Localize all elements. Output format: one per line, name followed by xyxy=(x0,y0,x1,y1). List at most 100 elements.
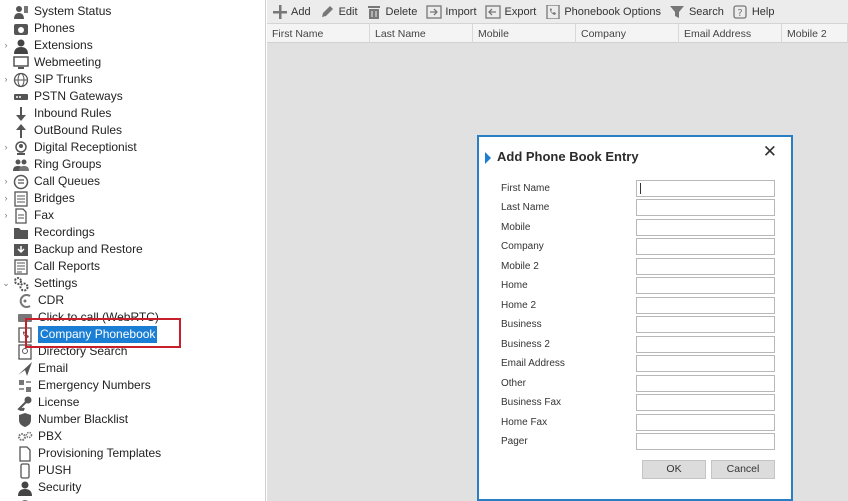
pager-field[interactable] xyxy=(636,433,775,450)
sidebar-item-system-status[interactable]: System Status xyxy=(0,3,111,20)
sidebar-item-ring-groups[interactable]: Ring Groups xyxy=(0,156,101,173)
cancel-button[interactable]: Cancel xyxy=(711,460,775,479)
column-header-first-name[interactable]: First Name xyxy=(267,24,370,43)
sidebar-item-bridges[interactable]: › Bridges xyxy=(0,190,75,207)
backup-icon xyxy=(12,242,30,258)
sidebar-item-number-blacklist[interactable]: Number Blacklist xyxy=(16,411,128,428)
sidebar-item-inbound-rules[interactable]: Inbound Rules xyxy=(0,105,111,122)
business-fax-label: Business Fax xyxy=(501,397,562,408)
trash-icon xyxy=(366,4,383,20)
gateway-icon xyxy=(12,89,30,105)
arrow-down-icon xyxy=(12,106,30,122)
sidebar-item-settings[interactable]: ⌄ Settings xyxy=(0,275,77,292)
column-header-email-address[interactable]: Email Address xyxy=(679,24,782,43)
phonebook-options-button[interactable]: Phonebook Options xyxy=(542,1,667,23)
sidebar-item-provisioning-templates[interactable]: Provisioning Templates xyxy=(16,445,161,462)
sidebar-item-label: PBX xyxy=(38,429,63,443)
globe-icon xyxy=(12,72,30,88)
sidebar-item-license[interactable]: License xyxy=(16,394,79,411)
sidebar-item-label: Provisioning Templates xyxy=(38,446,162,460)
sidebar-item-label: Emergency Numbers xyxy=(38,378,151,392)
home-fax-field[interactable] xyxy=(636,414,775,431)
sidebar-item-pstn-gateways[interactable]: PSTN Gateways xyxy=(0,88,123,105)
sidebar-item-label: Webmeeting xyxy=(34,55,102,69)
export-icon xyxy=(485,4,502,20)
fax-icon xyxy=(12,207,30,224)
sidebar-item-sip-trunks[interactable]: › SIP Trunks xyxy=(0,71,92,88)
webmeeting-icon xyxy=(12,55,30,71)
sidebar-item-webmeeting[interactable]: Webmeeting xyxy=(0,54,101,71)
sidebar-item-label: Digital Receptionist xyxy=(34,140,137,154)
sidebar-item-emergency-numbers[interactable]: Emergency Numbers xyxy=(16,377,151,394)
help-button[interactable]: ? Help xyxy=(730,1,781,23)
company-field[interactable] xyxy=(636,238,775,255)
delete-label: Delete xyxy=(385,5,418,18)
business-2-label: Business 2 xyxy=(501,339,550,350)
sidebar-item-partial xyxy=(16,496,38,501)
receptionist-icon xyxy=(12,140,30,156)
sidebar-item-label: OutBound Rules xyxy=(34,123,123,137)
sidebar-item-fax[interactable]: › Fax xyxy=(0,207,54,224)
column-header-mobile[interactable]: Mobile xyxy=(473,24,576,43)
security-icon xyxy=(16,480,34,496)
gears-icon xyxy=(16,429,34,445)
sidebar-item-recordings[interactable]: Recordings xyxy=(0,224,95,241)
column-header-mobile-2[interactable]: Mobile 2 xyxy=(782,24,848,43)
group-icon xyxy=(12,157,30,173)
last-name-field[interactable] xyxy=(636,199,775,216)
first-name-field[interactable] xyxy=(636,180,775,197)
svg-text:?: ? xyxy=(738,8,743,19)
sidebar-item-label: Call Reports xyxy=(34,259,101,273)
collapse-arrow: ⌄ xyxy=(2,278,10,288)
sidebar-item-backup-and-restore[interactable]: Backup and Restore xyxy=(0,241,143,258)
gears-icon xyxy=(16,497,34,501)
export-label: Export xyxy=(504,5,537,18)
sidebar-item-call-reports[interactable]: Call Reports xyxy=(0,258,100,275)
column-header-company[interactable]: Company xyxy=(576,24,679,43)
expand-arrow: › xyxy=(4,74,8,84)
sidebar-item-digital-receptionist[interactable]: › Digital Receptionist xyxy=(0,139,137,156)
last-name-label: Last Name xyxy=(501,202,550,213)
sidebar-item-call-queues[interactable]: › Call Queues xyxy=(0,173,100,190)
search-button[interactable]: Search xyxy=(667,1,730,23)
settings-icon xyxy=(12,276,30,292)
business-label: Business xyxy=(501,319,542,330)
sidebar-item-extensions[interactable]: › Extensions xyxy=(0,37,93,54)
add-button[interactable]: Add xyxy=(269,1,317,23)
sidebar-item-security[interactable]: Security xyxy=(16,479,81,496)
other-field[interactable] xyxy=(636,375,775,392)
sidebar-item-push[interactable]: PUSH xyxy=(16,462,71,479)
ok-button[interactable]: OK xyxy=(642,460,706,479)
cdr-icon xyxy=(16,293,34,309)
business-2-field[interactable] xyxy=(636,336,775,353)
sidebar-item-email[interactable]: Email xyxy=(16,360,68,377)
business-field[interactable] xyxy=(636,316,775,333)
search-label: Search xyxy=(688,5,724,18)
sidebar-item-label: Inbound Rules xyxy=(34,106,112,120)
help-label: Help xyxy=(751,5,775,18)
sidebar-item-label: Number Blacklist xyxy=(38,412,129,426)
sidebar-item-label: Email xyxy=(38,361,69,375)
folder-icon xyxy=(12,225,30,241)
mobile-2-field[interactable] xyxy=(636,258,775,275)
home-2-field[interactable] xyxy=(636,297,775,314)
expand-arrow: › xyxy=(4,176,8,186)
email-address-field[interactable] xyxy=(636,355,775,372)
sidebar-item-phones[interactable]: Phones xyxy=(0,20,75,37)
mobile-field[interactable] xyxy=(636,219,775,236)
column-header-last-name[interactable]: Last Name xyxy=(370,24,473,43)
export-button[interactable]: Export xyxy=(483,1,543,23)
edit-label: Edit xyxy=(338,5,358,18)
close-icon[interactable]: ✕ xyxy=(763,143,777,160)
edit-button[interactable]: Edit xyxy=(317,1,364,23)
shield-icon xyxy=(16,412,34,428)
delete-button[interactable]: Delete xyxy=(364,1,424,23)
import-button[interactable]: Import xyxy=(423,1,482,23)
push-icon xyxy=(16,462,34,479)
sidebar-item-pbx[interactable]: PBX xyxy=(16,428,62,445)
sidebar-item-outbound-rules[interactable]: OutBound Rules xyxy=(0,122,122,139)
business-fax-field[interactable] xyxy=(636,394,775,411)
sidebar: System Status Phones › Extensions Webmee… xyxy=(0,0,266,501)
home-field[interactable] xyxy=(636,277,775,294)
sidebar-item-cdr[interactable]: CDR xyxy=(16,292,64,309)
